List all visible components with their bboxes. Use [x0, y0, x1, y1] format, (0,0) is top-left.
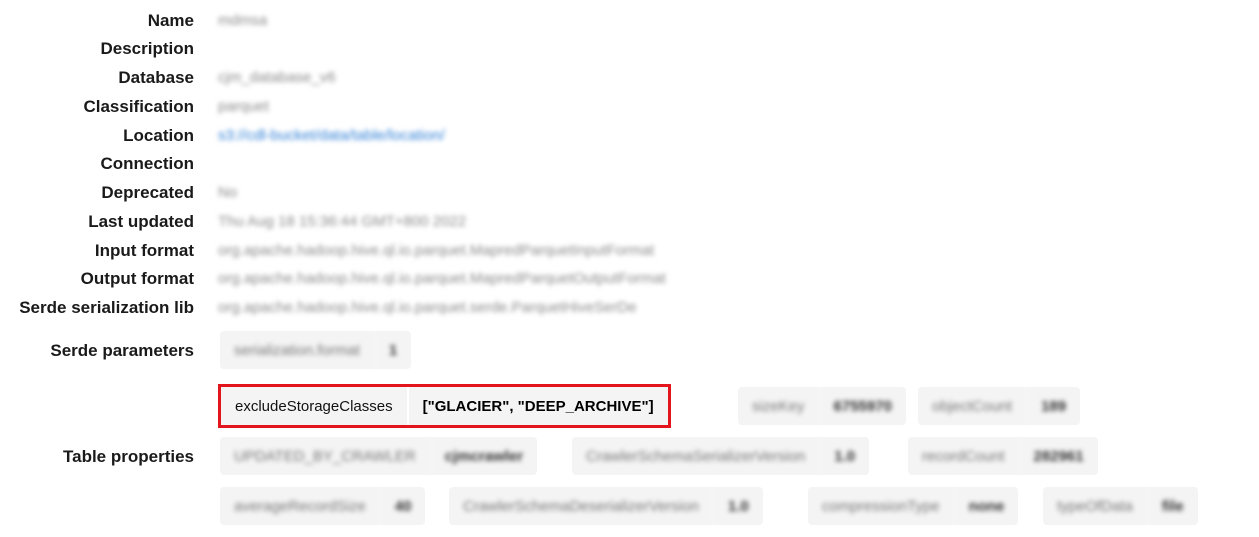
- field-label-serde-parameters: Serde parameters: [50, 341, 194, 360]
- field-value-deprecated: No: [218, 184, 238, 201]
- tag-value: none: [953, 487, 1019, 525]
- field-label-description: Description: [100, 39, 194, 58]
- tag-key: sizeKey: [752, 397, 805, 415]
- field-value-name: mdmsa: [218, 12, 268, 29]
- tag-value: ["GLACIER", "DEEP_ARCHIVE"]: [406, 387, 668, 425]
- tag-key: CrawlerSchemaSerializerVersion: [586, 447, 806, 465]
- tag-value: cjmcrawler: [429, 437, 537, 475]
- tag-value: 1: [373, 331, 411, 369]
- field-label-output-format: Output format: [80, 269, 194, 288]
- table-property-tag: averageRecordSize 40: [220, 487, 426, 525]
- tag-value: 6755970: [818, 387, 906, 425]
- field-label-table-properties: Table properties: [63, 447, 194, 466]
- tag-key: compressionType: [822, 497, 940, 515]
- table-details-panel: Name Description Database Classification…: [0, 0, 1259, 537]
- tag-key: excludeStorageClasses: [221, 387, 407, 425]
- field-label-serde-lib: Serde serialization lib: [19, 298, 194, 317]
- table-property-tag: objectCount 189: [918, 387, 1081, 425]
- field-label-connection: Connection: [100, 154, 195, 173]
- field-value-last-updated: Thu Aug 18 15:36:44 GMT+800 2022: [218, 213, 467, 230]
- field-label-name: Name: [147, 11, 194, 30]
- tag-key: recordCount: [922, 447, 1005, 465]
- field-label-last-updated: Last updated: [88, 212, 194, 231]
- table-property-tag: CrawlerSchemaDeserializerVersion 1.0: [449, 487, 763, 525]
- table-property-tag: sizeKey 6755970: [738, 387, 906, 425]
- table-property-tag-highlighted: excludeStorageClasses ["GLACIER", "DEEP_…: [218, 384, 671, 428]
- field-label-location: Location: [123, 126, 194, 145]
- tag-key: CrawlerSchemaDeserializerVersion: [463, 497, 699, 515]
- serde-param-tag: serialization.format 1: [220, 331, 412, 369]
- table-property-tag: UPDATED_BY_CRAWLER cjmcrawler: [220, 437, 538, 475]
- field-label-classification: Classification: [83, 97, 194, 116]
- field-label-database: Database: [118, 68, 194, 87]
- field-value-serde-lib: org.apache.hadoop.hive.ql.io.parquet.ser…: [218, 299, 637, 316]
- field-value-input-format: org.apache.hadoop.hive.ql.io.parquet.Map…: [218, 242, 655, 259]
- field-value-output-format: org.apache.hadoop.hive.ql.io.parquet.Map…: [218, 270, 666, 287]
- field-value-database: cjm_database_v6: [218, 69, 336, 86]
- field-value-classification: parquet: [218, 98, 269, 115]
- tag-value: 1.0: [712, 487, 763, 525]
- table-property-tag: recordCount 282961: [908, 437, 1098, 475]
- location-link[interactable]: s3://cdl-bucket/data/table/location/: [218, 126, 445, 146]
- field-label-input-format: Input format: [94, 241, 194, 260]
- tag-value: file: [1146, 487, 1198, 525]
- tag-key: serialization.format: [234, 341, 360, 359]
- tag-key: averageRecordSize: [234, 497, 366, 515]
- tag-value: 40: [379, 487, 426, 525]
- table-property-tag: compressionType none: [808, 487, 1019, 525]
- field-label-deprecated: Deprecated: [101, 183, 194, 202]
- table-property-tag: CrawlerSchemaSerializerVersion 1.0: [572, 437, 870, 475]
- tag-value: 1.0: [819, 437, 869, 475]
- tag-value: 189: [1026, 387, 1080, 425]
- tag-value: 282961: [1018, 437, 1098, 475]
- tag-key: objectCount: [932, 397, 1013, 415]
- tag-key: UPDATED_BY_CRAWLER: [234, 447, 416, 465]
- table-property-tag: typeOfData file: [1043, 487, 1198, 525]
- tag-key: typeOfData: [1057, 497, 1133, 515]
